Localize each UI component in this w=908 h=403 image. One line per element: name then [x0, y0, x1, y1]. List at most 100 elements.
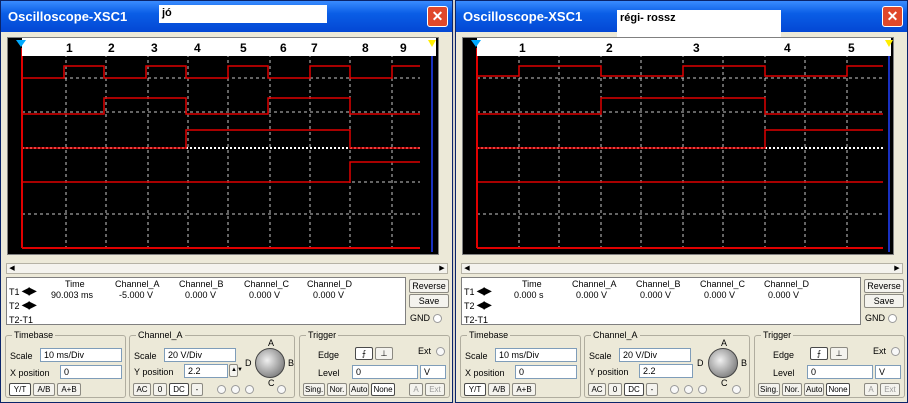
scope-display: 1 2 3 4 5 — [462, 37, 894, 255]
zero-coupling-button[interactable]: 0 — [153, 383, 167, 396]
y-position-label: Y position — [134, 367, 174, 377]
close-button[interactable]: ✕ — [882, 6, 903, 27]
reverse-button[interactable]: Reverse — [864, 279, 904, 293]
red-traces — [21, 48, 420, 249]
channel-title: Channel_A — [591, 330, 640, 340]
falling-edge-icon[interactable]: ⊥ — [375, 347, 393, 360]
knob-label-b: B — [288, 358, 295, 368]
none-trigger-button[interactable]: None — [826, 383, 850, 396]
y-position-field[interactable]: 2.2 — [639, 364, 693, 378]
trigger-source-ext-button[interactable]: Ext — [880, 383, 900, 396]
t1-label: T1 — [464, 287, 475, 297]
level-label: Level — [318, 368, 340, 378]
ext-label: Ext — [418, 346, 432, 356]
y-position-stepper-icon[interactable]: ▲▼ — [229, 364, 243, 377]
t1-arrows-icon[interactable]: ◀▶ — [477, 286, 491, 297]
horizontal-scrollbar[interactable]: ◀ ▶ — [461, 263, 903, 274]
normal-trigger-button[interactable]: Nor. — [782, 383, 802, 396]
ab-mode-button[interactable]: A/B — [33, 383, 55, 396]
channel-radio-icon[interactable] — [732, 385, 741, 394]
channel-radio-icon[interactable] — [217, 385, 226, 394]
normal-trigger-button[interactable]: Nor. — [327, 383, 347, 396]
invert-button[interactable]: - — [646, 383, 658, 396]
trigger-group: Trigger Edge ⨍ ⊥ Ext Level 0 V Sing. Nor… — [754, 330, 905, 398]
gnd-option[interactable]: GND — [410, 313, 442, 324]
channel-selector-knob-icon[interactable] — [708, 348, 738, 378]
trace-channel-a — [477, 65, 883, 77]
a-plus-b-mode-button[interactable]: A+B — [512, 383, 536, 396]
gnd-radio-icon[interactable] — [887, 314, 897, 324]
title-bar[interactable]: Oscilloscope-XSC1 jó ✕ — [1, 1, 452, 32]
t2-arrows-icon[interactable]: ◀▶ — [22, 300, 36, 311]
knob-label-c: C — [721, 378, 728, 388]
channel-scale-field[interactable]: 20 V/Div — [619, 348, 691, 362]
rising-edge-icon[interactable]: ⨍ — [810, 347, 828, 360]
yt-mode-button[interactable]: Y/T — [9, 383, 31, 396]
level-unit-field[interactable]: V — [420, 365, 446, 379]
channel-b-value: 0.000 V — [640, 290, 672, 300]
scroll-right-icon[interactable]: ▶ — [437, 264, 447, 273]
save-button[interactable]: Save — [864, 294, 904, 308]
x-position-label: X position — [465, 368, 505, 378]
knob-label-d: D — [697, 358, 704, 368]
t2-arrows-icon[interactable]: ◀▶ — [477, 300, 491, 311]
title-bar[interactable]: Oscilloscope-XSC1 régi- rossz ✕ — [456, 1, 907, 38]
dc-coupling-button[interactable]: DC — [169, 383, 189, 396]
level-unit-field[interactable]: V — [875, 365, 901, 379]
timebase-scale-field[interactable]: 10 ms/Div — [495, 348, 577, 362]
trigger-source-a-button[interactable]: A — [864, 383, 878, 396]
gnd-option[interactable]: GND — [865, 313, 897, 324]
channel-radio-icon[interactable] — [684, 385, 693, 394]
auto-trigger-button[interactable]: Auto — [804, 383, 824, 396]
trigger-source-ext-button[interactable]: Ext — [425, 383, 445, 396]
level-field[interactable]: 0 — [352, 365, 418, 379]
cursor-readout: T1 ◀▶ T2 ◀▶ T2-T1 Time Channel_A Channel… — [6, 277, 406, 325]
a-plus-b-mode-button[interactable]: A+B — [57, 383, 81, 396]
knob-label-a: A — [721, 338, 728, 348]
channel-selector-knob-icon[interactable] — [255, 348, 285, 378]
x-position-field[interactable]: 0 — [515, 365, 577, 379]
gnd-label: GND — [865, 313, 885, 323]
ext-radio-icon[interactable] — [891, 347, 900, 356]
close-button[interactable]: ✕ — [427, 6, 448, 27]
ac-coupling-button[interactable]: AC — [133, 383, 151, 396]
channel-radio-icon[interactable] — [231, 385, 240, 394]
level-field[interactable]: 0 — [807, 365, 873, 379]
gnd-radio-icon[interactable] — [432, 314, 442, 324]
scroll-left-icon[interactable]: ◀ — [7, 264, 17, 273]
none-trigger-button[interactable]: None — [371, 383, 395, 396]
auto-trigger-button[interactable]: Auto — [349, 383, 369, 396]
y-position-field[interactable]: 2.2 — [184, 364, 228, 378]
channel-radio-icon[interactable] — [670, 385, 679, 394]
ext-radio-icon[interactable] — [436, 347, 445, 356]
ac-coupling-button[interactable]: AC — [588, 383, 606, 396]
save-button[interactable]: Save — [409, 294, 449, 308]
col-header: Time — [65, 279, 85, 289]
t1-arrows-icon[interactable]: ◀▶ — [22, 286, 36, 297]
single-trigger-button[interactable]: Sing. — [303, 383, 325, 396]
yt-mode-button[interactable]: Y/T — [464, 383, 486, 396]
channel-radio-icon[interactable] — [277, 385, 286, 394]
timebase-group: Timebase Scale 10 ms/Div X position 0 Y/… — [460, 330, 581, 398]
x-position-field[interactable]: 0 — [60, 365, 122, 379]
reverse-button[interactable]: Reverse — [409, 279, 449, 293]
invert-button[interactable]: - — [191, 383, 203, 396]
ab-mode-button[interactable]: A/B — [488, 383, 510, 396]
timebase-scale-field[interactable]: 10 ms/Div — [40, 348, 122, 362]
channel-radio-icon[interactable] — [245, 385, 254, 394]
marker-label: 3 — [693, 41, 700, 55]
channel-c-value: 0.000 V — [704, 290, 736, 300]
horizontal-scrollbar[interactable]: ◀ ▶ — [6, 263, 448, 274]
scroll-left-icon[interactable]: ◀ — [462, 264, 472, 273]
rising-edge-icon[interactable]: ⨍ — [355, 347, 373, 360]
dc-coupling-button[interactable]: DC — [624, 383, 644, 396]
scroll-right-icon[interactable]: ▶ — [892, 264, 902, 273]
marker-label: 4 — [194, 41, 201, 55]
channel-radio-icon[interactable] — [698, 385, 707, 394]
marker-label: 9 — [400, 41, 407, 55]
trigger-source-a-button[interactable]: A — [409, 383, 423, 396]
falling-edge-icon[interactable]: ⊥ — [830, 347, 848, 360]
zero-coupling-button[interactable]: 0 — [608, 383, 622, 396]
single-trigger-button[interactable]: Sing. — [758, 383, 780, 396]
channel-scale-field[interactable]: 20 V/Div — [164, 348, 236, 362]
